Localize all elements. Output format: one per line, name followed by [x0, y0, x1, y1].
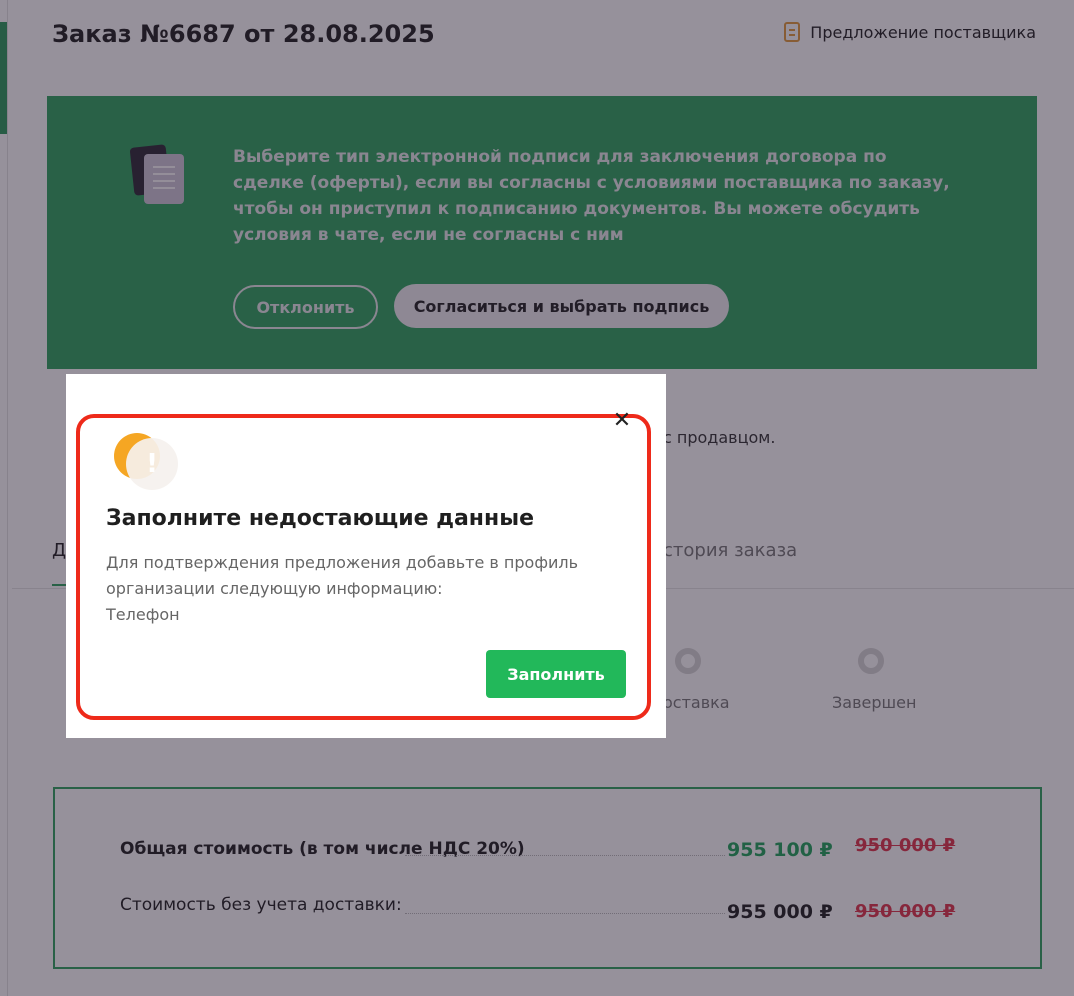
modal-description: Для подтверждения предложения добавьте в… — [106, 550, 626, 628]
missing-data-modal: ✕ ! Заполните недостающие данные Для под… — [66, 374, 666, 738]
warning-icon: ! — [114, 430, 180, 490]
modal-title: Заполните недостающие данные — [106, 506, 535, 531]
close-icon[interactable]: ✕ — [610, 408, 634, 433]
missing-field-phone: Телефон — [106, 605, 180, 624]
modal-description-text: Для подтверждения предложения добавьте в… — [106, 553, 579, 598]
fill-button[interactable]: Заполнить — [486, 650, 626, 698]
